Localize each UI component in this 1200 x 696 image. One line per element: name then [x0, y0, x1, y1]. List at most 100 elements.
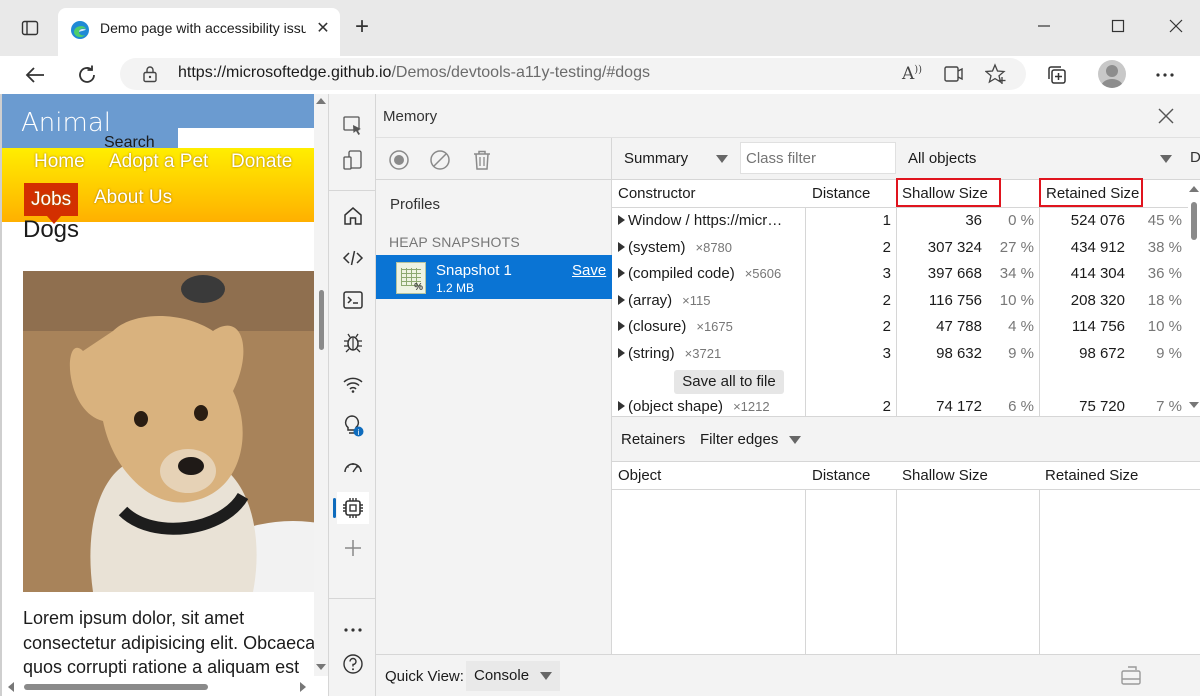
distance-cell: 2: [882, 397, 891, 415]
class-filter-input[interactable]: [740, 142, 896, 174]
network-wifi-icon[interactable]: [337, 368, 369, 400]
nav-home[interactable]: Home: [34, 151, 85, 173]
column-header-shallow-size[interactable]: Shallow Size: [902, 467, 988, 484]
table-row[interactable]: Window / https://micr… 1 36 0 % 524 076 45 %: [612, 208, 1188, 235]
issues-lightbulb-icon[interactable]: i: [337, 410, 369, 442]
nav-about-us[interactable]: About Us: [94, 187, 172, 209]
view-select[interactable]: Summary: [616, 144, 732, 174]
lock-icon[interactable]: [142, 65, 158, 83]
page-vertical-scrollbar[interactable]: [314, 94, 328, 676]
summary-toolbar: Summary All objects D: [612, 138, 1200, 180]
new-tab-button[interactable]: +: [350, 15, 374, 40]
save-snapshot-link[interactable]: Save: [572, 262, 606, 279]
save-all-to-file-button[interactable]: Save all to file: [674, 370, 784, 394]
customize-more-icon[interactable]: [337, 614, 369, 646]
constructor-cell: (closure) ×1675: [618, 318, 733, 335]
immersive-reader-icon[interactable]: [942, 62, 966, 86]
scrollbar-thumb[interactable]: [24, 684, 208, 690]
scroll-down-arrow-icon[interactable]: [1189, 402, 1199, 408]
expand-triangle-icon[interactable]: [618, 294, 625, 305]
inspect-element-icon[interactable]: [337, 110, 369, 142]
snapshot-list-item[interactable]: Snapshot 1 1.2 MB Save: [376, 255, 612, 299]
collections-button[interactable]: [1042, 60, 1072, 90]
column-header-distance[interactable]: Distance: [812, 185, 870, 202]
constructor-name: (string): [628, 344, 675, 362]
dock-drawer-icon[interactable]: [1120, 665, 1144, 687]
column-header-distance[interactable]: Distance: [812, 467, 870, 484]
page-heading: Dogs: [23, 216, 80, 243]
expand-triangle-icon[interactable]: [618, 321, 625, 331]
expand-triangle-icon[interactable]: [618, 400, 625, 411]
add-favorite-icon[interactable]: [984, 62, 1008, 86]
scrollbar-thumb[interactable]: [1191, 202, 1197, 240]
elements-code-icon[interactable]: [337, 242, 369, 274]
scroll-up-arrow-icon[interactable]: [316, 98, 326, 104]
tab-actions-button[interactable]: [12, 14, 48, 42]
page-horizontal-scrollbar[interactable]: [2, 680, 314, 694]
settings-more-button[interactable]: [1150, 60, 1180, 90]
scrollbar-thumb[interactable]: [319, 290, 324, 350]
chevron-down-icon: [540, 672, 552, 680]
record-icon: [389, 150, 409, 170]
clear-profiles-button[interactable]: [427, 147, 453, 173]
scroll-right-arrow-icon[interactable]: [300, 682, 306, 692]
shallow-size-percent: 0 %: [1008, 212, 1034, 229]
expand-triangle-icon[interactable]: [618, 268, 625, 278]
expand-triangle-icon[interactable]: [618, 215, 625, 225]
table-row[interactable]: (compiled code) ×5606 3 397 668 34 % 414 304 3…: [612, 261, 1188, 288]
constructor-name: (object shape): [628, 397, 724, 415]
profiles-toolbar: [376, 138, 612, 180]
save-all-row: Save all to file: [612, 367, 1188, 394]
table-row[interactable]: (string) ×3721 3 98 632 9 % 98 672 9 %: [612, 341, 1188, 368]
performance-gauge-icon[interactable]: [337, 452, 369, 484]
expand-triangle-icon[interactable]: [618, 241, 625, 252]
scroll-left-arrow-icon[interactable]: [8, 682, 14, 692]
help-icon[interactable]: [337, 648, 369, 680]
memory-chip-icon[interactable]: [333, 492, 369, 524]
record-button[interactable]: [386, 147, 412, 173]
filter-edges-select[interactable]: Filter edges: [700, 431, 778, 448]
retainers-tab[interactable]: Retainers: [621, 431, 685, 448]
maximize-button[interactable]: [1102, 12, 1134, 40]
read-aloud-icon[interactable]: A)): [900, 62, 924, 86]
table-row[interactable]: (array) ×115 2 116 756 10 % 208 320 18 %: [612, 288, 1188, 315]
scroll-down-arrow-icon[interactable]: [316, 664, 326, 670]
back-button[interactable]: [20, 60, 50, 90]
grid-scrollbar[interactable]: [1188, 180, 1200, 416]
column-header-object[interactable]: Object: [618, 467, 661, 484]
browser-tab[interactable]: Demo page with accessibility issues ✕: [58, 8, 340, 56]
tab-close-icon[interactable]: ✕: [314, 20, 332, 38]
retained-size-percent: 36 %: [1147, 265, 1182, 282]
welcome-home-icon[interactable]: [337, 200, 369, 232]
constructor-cell: (system) ×8780: [618, 239, 732, 256]
nav-donate[interactable]: Donate: [231, 151, 292, 173]
retained-size-percent: 9 %: [1156, 344, 1182, 362]
column-header-retained-size[interactable]: Retained Size: [1045, 467, 1138, 484]
toolbar-overflow-text[interactable]: D: [1190, 149, 1200, 166]
chevron-down-icon[interactable]: [789, 436, 801, 444]
nav-adopt-a-pet[interactable]: Adopt a Pet: [109, 151, 208, 173]
profile-avatar[interactable]: [1098, 60, 1126, 88]
device-emulation-icon[interactable]: [337, 144, 369, 176]
close-panel-icon[interactable]: [1156, 106, 1176, 126]
scroll-up-arrow-icon[interactable]: [1189, 186, 1199, 192]
objects-select[interactable]: All objects: [900, 144, 1176, 174]
quick-view-select[interactable]: Console: [466, 661, 560, 691]
table-row[interactable]: (system) ×8780 2 307 324 27 % 434 912 38 %: [612, 235, 1188, 262]
retained-size-percent: 38 %: [1147, 238, 1182, 256]
search-input[interactable]: [178, 128, 314, 148]
table-row[interactable]: (closure) ×1675 2 47 788 4 % 114 756 10 %: [612, 314, 1188, 341]
minimize-button[interactable]: [1028, 12, 1060, 40]
console-icon[interactable]: [337, 284, 369, 316]
close-window-button[interactable]: [1160, 12, 1192, 40]
shallow-size-cell: 36: [965, 212, 982, 229]
expand-triangle-icon[interactable]: [618, 347, 625, 358]
dog-illustration: [23, 271, 314, 592]
sources-bug-icon[interactable]: [337, 326, 369, 358]
nav-jobs[interactable]: Jobs: [24, 183, 79, 224]
refresh-button[interactable]: [72, 60, 102, 90]
more-tools-plus-icon[interactable]: [337, 532, 369, 564]
garbage-collect-button[interactable]: [469, 147, 495, 173]
column-header-constructor[interactable]: Constructor: [618, 185, 696, 202]
address-bar[interactable]: https://microsoftedge.github.io/Demos/de…: [120, 58, 1026, 90]
